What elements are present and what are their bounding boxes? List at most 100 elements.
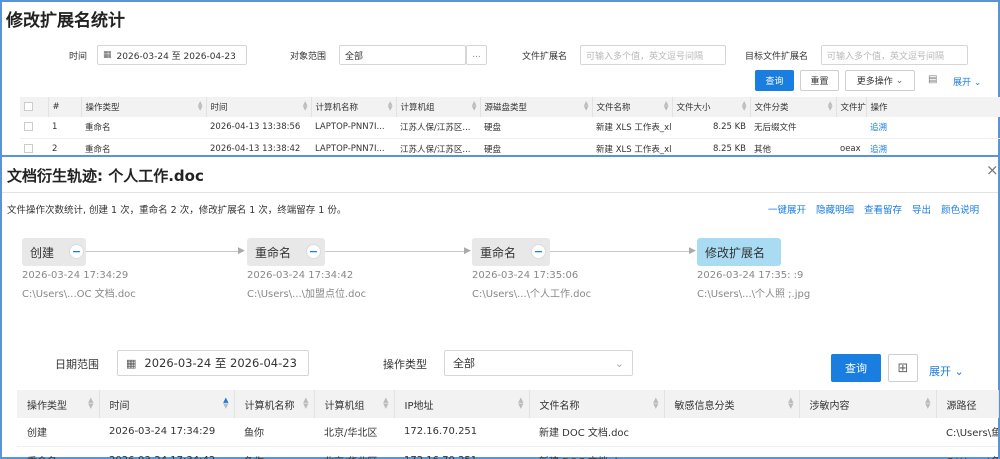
node-label: 重命名 <box>255 245 292 260</box>
column-header[interactable]: 操作类型 ▲ ▼ <box>81 97 207 117</box>
column-header[interactable]: 涉敏内容 ▲ ▼ <box>799 390 937 418</box>
color-legend-link[interactable]: 颜色说明 <box>941 202 979 216</box>
timeline-node-change-extension[interactable]: 修改扩展名 <box>697 238 781 266</box>
row-checkbox[interactable] <box>20 117 48 139</box>
table-cell: 重命名 <box>17 446 99 459</box>
arrow-right-icon: ▶ <box>464 246 471 256</box>
table-cell: 无后缀文件 <box>750 117 836 139</box>
table-cell: 2026-03-24 17:34:29 <box>99 418 234 447</box>
table-cell: 硬盘 <box>480 117 592 139</box>
column-header[interactable]: 操作类型 ▲ ▼ <box>17 390 100 418</box>
statistics-table: # 操作类型 ▲ ▼ 时间 ▲ ▼ 计算机名称 ▲ ▼ 计算机组 ▲ ▼ 源磁盘类型 ▲ ▼ 文件名… <box>20 97 1000 160</box>
chevron-down-icon: ⌄ <box>895 75 904 86</box>
column-header[interactable]: 计算机组 ▲ ▼ <box>314 390 395 418</box>
dialog-title: 文档衍生轨迹: 个人工作.doc <box>7 167 204 185</box>
date-range-value: 2026-03-24 至 2026-04-23 <box>144 356 297 370</box>
table-cell: C:\Users\鱼 <box>936 418 998 447</box>
table-cell: C:\Users\鱼 <box>936 446 998 459</box>
time-label: 时间 <box>69 52 88 62</box>
date-range-label: 日期范围 <box>55 358 99 371</box>
more-actions-button[interactable]: 更多操作 ⌄ <box>845 70 915 91</box>
column-header[interactable]: 文件名称 ▲ ▼ <box>592 97 673 117</box>
column-header[interactable]: 计算机名称 ▲ ▼ <box>311 97 397 117</box>
arrow-right-icon: ▶ <box>238 246 245 256</box>
column-header[interactable]: 文件大小 ▲ ▼ <box>672 97 751 117</box>
column-settings-icon[interactable]: ⊞ <box>888 354 918 382</box>
table-cell <box>799 418 936 447</box>
expand-link[interactable]: 展开 ⌄ <box>929 363 964 379</box>
node-time: 2026-03-24 17:35:06 <box>472 270 579 281</box>
table-cell: 江苏人保/江苏区... <box>396 117 480 139</box>
column-settings-icon[interactable]: ▤ <box>928 74 937 85</box>
column-header[interactable]: # <box>48 97 82 117</box>
table-cell: 重命名 <box>81 117 206 139</box>
table-cell <box>799 446 936 459</box>
timeline-connector <box>86 251 241 252</box>
close-icon[interactable]: × <box>986 163 999 178</box>
table-cell: 8.25 KB <box>672 117 750 139</box>
column-header: 操作 <box>866 97 1000 117</box>
dialog-actions: 一键展开 隐藏明细 查看留存 导出 颜色说明 <box>768 202 979 216</box>
column-header[interactable]: 计算机组 ▲ ▼ <box>396 97 481 117</box>
operation-type-select[interactable]: 全部 ⌄ <box>444 350 633 376</box>
column-header[interactable]: 敏感信息分类 ▲ ▼ <box>664 390 800 418</box>
target-extension-input[interactable]: 可输入多个值，英文逗号间隔 <box>821 45 968 65</box>
trace-link[interactable]: 追溯 <box>866 117 1000 139</box>
calendar-icon: ▦ <box>103 50 112 60</box>
query-button[interactable]: 查询 <box>755 70 794 91</box>
node-time: 2026-03-24 17:35: :9 <box>697 270 804 281</box>
node-path: C:\Users\...\加盟点位.doc <box>247 289 367 300</box>
chevron-down-icon: ⌄ <box>973 78 982 88</box>
column-header[interactable]: 文件名称 ▲ ▼ <box>529 390 665 418</box>
table-header-row: 操作类型 ▲ ▼ 时间 ▲ ▼ 计算机名称 ▲ ▼ 计算机组 ▲ ▼ IP地址 ▲ ▼ 文件名称 ▲ ▼… <box>17 390 999 418</box>
column-header[interactable]: 源路径 <box>936 390 999 418</box>
scope-select[interactable]: 全部 <box>339 45 466 65</box>
table-cell: 鱼你 <box>234 418 314 447</box>
derivation-trace-dialog: 文档衍生轨迹: 个人工作.doc × 文件操作次数统计, 创建 1 次，重命名 … <box>0 155 1000 459</box>
reset-button[interactable]: 重置 <box>800 70 839 91</box>
table-cell: 新建 DOC 文档.doc <box>529 446 664 459</box>
column-header[interactable]: 时间 ▲ ▼ <box>206 97 312 117</box>
table-cell <box>664 446 799 459</box>
collapse-icon[interactable]: − <box>531 244 546 259</box>
export-link[interactable]: 导出 <box>912 202 931 216</box>
time-range-value: 2026-03-24 至 2026-04-23 <box>116 51 236 62</box>
node-path: C:\Users\...OC 文档.doc <box>22 289 136 300</box>
expand-link[interactable]: 展开 ⌄ <box>953 75 981 88</box>
timeline-connector <box>322 251 467 252</box>
scope-more-button[interactable]: ... <box>466 45 487 65</box>
date-range-picker[interactable]: ▦ 2026-03-24 至 2026-04-23 <box>117 350 309 376</box>
collapse-icon[interactable]: − <box>306 244 321 259</box>
view-retention-link[interactable]: 查看留存 <box>864 202 902 216</box>
table-header-row: # 操作类型 ▲ ▼ 时间 ▲ ▼ 计算机名称 ▲ ▼ 计算机组 ▲ ▼ 源磁盘类型 ▲ ▼ 文件名… <box>20 97 1000 117</box>
column-header[interactable]: IP地址 ▲ ▼ <box>394 390 530 418</box>
table-row[interactable]: 1 重命名 2026-04-13 13:38:56 LAPTOP-PNN7I..… <box>20 117 1000 139</box>
divider <box>2 192 998 193</box>
column-header[interactable]: 文件扩 <box>836 97 867 117</box>
column-header[interactable]: 文件分类 ▲ ▼ <box>750 97 837 117</box>
column-header[interactable]: 计算机名称 ▲ ▼ <box>234 390 315 418</box>
column-header[interactable]: 时间 ▲ ▼ <box>99 390 235 418</box>
hide-details-link[interactable]: 隐藏明细 <box>816 202 854 216</box>
select-all-checkbox[interactable] <box>20 97 49 117</box>
table-row[interactable]: 创建 2026-03-24 17:34:29 鱼你 北京/华北区 172.16.… <box>17 418 998 447</box>
query-button[interactable]: 查询 <box>831 354 881 382</box>
table-cell: 172.16.70.251 <box>394 418 529 447</box>
table-cell: 172.16.70.251 <box>394 446 529 459</box>
table-cell <box>664 418 799 447</box>
table-cell: 2026-04-13 13:38:56 <box>206 117 311 139</box>
table-cell: 1 <box>48 117 81 139</box>
extension-input[interactable]: 可输入多个值，英文逗号间隔 <box>580 45 726 65</box>
arrow-right-icon: ▶ <box>689 246 696 256</box>
calendar-icon: ▦ <box>126 356 137 370</box>
page-title: 修改扩展名统计 <box>6 11 125 31</box>
table-cell: 鱼你 <box>234 446 314 459</box>
chevron-down-icon: ⌄ <box>954 365 964 378</box>
column-header[interactable]: 源磁盘类型 ▲ ▼ <box>480 97 593 117</box>
node-label: 修改扩展名 <box>705 245 766 260</box>
expand-all-link[interactable]: 一键展开 <box>768 202 806 216</box>
collapse-icon[interactable]: − <box>69 244 84 259</box>
time-range-picker[interactable]: ▦ 2026-03-24 至 2026-04-23 <box>97 45 247 65</box>
table-cell: 2026-03-24 17:34:42 <box>99 446 234 459</box>
table-row[interactable]: 重命名 2026-03-24 17:34:42 鱼你 北京/华北区 172.16… <box>17 446 998 459</box>
